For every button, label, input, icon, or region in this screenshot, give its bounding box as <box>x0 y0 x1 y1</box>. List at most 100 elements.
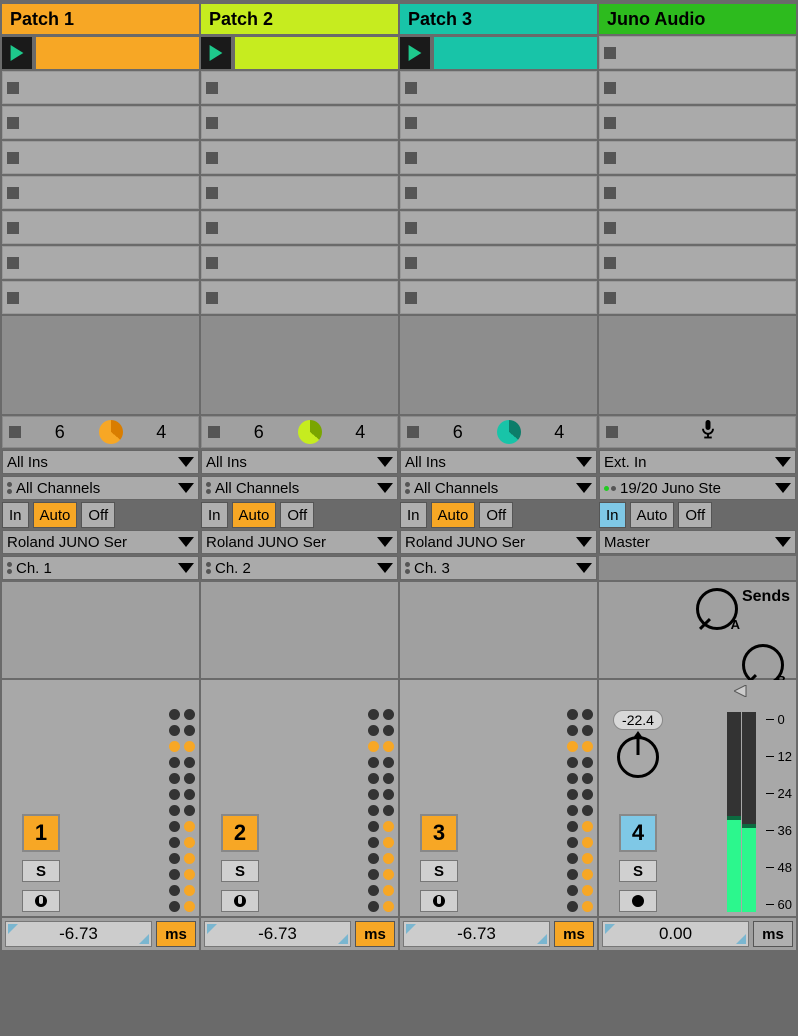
clip-slot-active[interactable] <box>2 36 199 69</box>
preview-knob-icon[interactable] <box>497 420 521 444</box>
monitor-off-button[interactable]: Off <box>479 502 513 528</box>
io-dropdown[interactable]: All Ins <box>2 450 199 474</box>
clip-slot[interactable] <box>2 246 199 279</box>
io-dropdown[interactable]: All Channels <box>400 476 597 500</box>
preview-knob-icon[interactable] <box>298 420 322 444</box>
clip-slot[interactable] <box>201 71 398 104</box>
io-dropdown[interactable]: Ch. 2 <box>201 556 398 580</box>
monitor-auto-button[interactable]: Auto <box>431 502 476 528</box>
io-dropdown[interactable]: Roland JUNO Ser <box>2 530 199 554</box>
monitor-in-button[interactable]: In <box>2 502 29 528</box>
status-row: 64 <box>400 416 597 448</box>
clip-slot[interactable] <box>599 71 796 104</box>
clip-slot[interactable] <box>201 246 398 279</box>
volume-fader[interactable] <box>734 684 748 702</box>
monitor-off-button[interactable]: Off <box>678 502 712 528</box>
stop-all-icon[interactable] <box>208 426 220 438</box>
clip-slot[interactable] <box>201 281 398 314</box>
io-dropdown[interactable]: Roland JUNO Ser <box>400 530 597 554</box>
io-dropdown[interactable]: Roland JUNO Ser <box>201 530 398 554</box>
clip-slot[interactable] <box>2 211 199 244</box>
delay-value[interactable]: -6.73 <box>204 921 351 947</box>
io-dropdown[interactable]: All Ins <box>400 450 597 474</box>
clip-slot[interactable] <box>400 211 597 244</box>
clip-slot[interactable] <box>599 281 796 314</box>
io-dropdown[interactable]: All Channels <box>201 476 398 500</box>
clip-slot-active[interactable] <box>400 36 597 69</box>
stop-all-icon[interactable] <box>9 426 21 438</box>
clip-slot[interactable] <box>599 106 796 139</box>
solo-button[interactable]: S <box>221 860 259 882</box>
clip-slot[interactable] <box>2 141 199 174</box>
stop-all-icon[interactable] <box>407 426 419 438</box>
io-dropdown[interactable]: Ext. In <box>599 450 796 474</box>
arm-button[interactable] <box>619 890 657 912</box>
clip-slot[interactable] <box>400 246 597 279</box>
clip-slot[interactable] <box>599 176 796 209</box>
io-dropdown[interactable]: All Ins <box>201 450 398 474</box>
clip-slot[interactable] <box>2 281 199 314</box>
delay-unit-button[interactable]: ms <box>753 921 793 947</box>
track-activator-button[interactable]: 1 <box>22 814 60 852</box>
clip-slot[interactable] <box>201 141 398 174</box>
track-activator-button[interactable]: 4 <box>619 814 657 852</box>
play-button[interactable] <box>2 37 32 69</box>
clip-slot[interactable] <box>400 176 597 209</box>
monitor-in-button[interactable]: In <box>201 502 228 528</box>
peak-readout[interactable]: -22.4 <box>613 710 663 730</box>
dropdown-arrow-icon <box>775 457 791 467</box>
monitor-off-button[interactable]: Off <box>81 502 115 528</box>
io-dropdown[interactable]: All Channels <box>2 476 199 500</box>
track-header[interactable]: Patch 1 <box>2 4 199 34</box>
clip-slot[interactable] <box>400 106 597 139</box>
play-button[interactable] <box>201 37 231 69</box>
clip-slot[interactable] <box>2 106 199 139</box>
dropdown-arrow-icon <box>775 483 791 493</box>
clip-slot[interactable] <box>2 176 199 209</box>
track-header[interactable]: Patch 2 <box>201 4 398 34</box>
clip-slot[interactable] <box>599 246 796 279</box>
solo-button[interactable]: S <box>619 860 657 882</box>
arm-button[interactable] <box>22 890 60 912</box>
delay-unit-button[interactable]: ms <box>355 921 395 947</box>
clip-slot[interactable] <box>599 211 796 244</box>
clip-slot[interactable] <box>201 106 398 139</box>
stop-all-icon[interactable] <box>606 426 618 438</box>
delay-value[interactable]: 0.00 <box>602 921 749 947</box>
monitor-in-button[interactable]: In <box>599 502 626 528</box>
io-dropdown[interactable]: Ch. 1 <box>2 556 199 580</box>
clip-slot[interactable] <box>400 71 597 104</box>
clip-slot[interactable] <box>201 176 398 209</box>
play-button[interactable] <box>400 37 430 69</box>
pan-knob[interactable] <box>617 736 659 778</box>
monitor-auto-button[interactable]: Auto <box>630 502 675 528</box>
io-dropdown[interactable]: Ch. 3 <box>400 556 597 580</box>
clip-slot[interactable] <box>599 141 796 174</box>
track-header[interactable]: Juno Audio <box>599 4 796 34</box>
track-activator-button[interactable]: 3 <box>420 814 458 852</box>
clip-slot-active[interactable] <box>201 36 398 69</box>
clip-slot[interactable] <box>400 141 597 174</box>
arm-button[interactable] <box>420 890 458 912</box>
monitor-auto-button[interactable]: Auto <box>232 502 277 528</box>
clip-slot[interactable] <box>599 36 796 69</box>
monitor-off-button[interactable]: Off <box>280 502 314 528</box>
solo-button[interactable]: S <box>420 860 458 882</box>
monitor-auto-button[interactable]: Auto <box>33 502 78 528</box>
preview-knob-icon[interactable] <box>99 420 123 444</box>
arm-button[interactable] <box>221 890 259 912</box>
clip-slot[interactable] <box>201 211 398 244</box>
track-activator-button[interactable]: 2 <box>221 814 259 852</box>
delay-value[interactable]: -6.73 <box>5 921 152 947</box>
io-dropdown[interactable]: 19/20 Juno Ste <box>599 476 796 500</box>
clip-slot[interactable] <box>400 281 597 314</box>
scene-drop-area <box>2 316 199 414</box>
delay-unit-button[interactable]: ms <box>554 921 594 947</box>
monitor-in-button[interactable]: In <box>400 502 427 528</box>
track-header[interactable]: Patch 3 <box>400 4 597 34</box>
delay-unit-button[interactable]: ms <box>156 921 196 947</box>
clip-slot[interactable] <box>2 71 199 104</box>
delay-value[interactable]: -6.73 <box>403 921 550 947</box>
io-dropdown[interactable]: Master <box>599 530 796 554</box>
solo-button[interactable]: S <box>22 860 60 882</box>
